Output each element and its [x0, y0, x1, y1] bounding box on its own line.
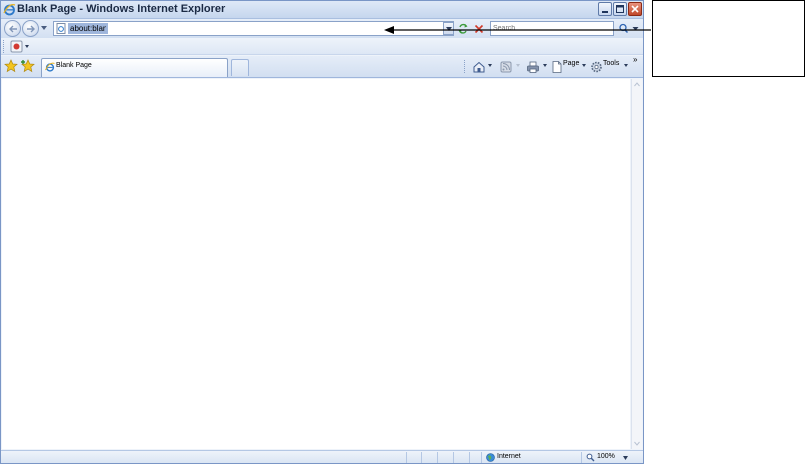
search-input[interactable]: [493, 23, 603, 34]
toolbar-grip[interactable]: [3, 40, 5, 53]
home-icon[interactable]: [472, 60, 486, 74]
status-divider: [437, 452, 438, 463]
status-divider: [469, 452, 470, 463]
status-divider: [406, 452, 407, 463]
window-title: Blank Page - Windows Internet Explorer: [17, 3, 226, 15]
command-bar: Page Tools »: [464, 55, 642, 76]
zoom-icon[interactable]: [586, 453, 595, 462]
page-menu-label[interactable]: Page: [563, 60, 579, 67]
feeds-icon[interactable]: [499, 60, 513, 74]
globe-icon: [486, 453, 495, 462]
annotation-callout-box: [652, 0, 805, 77]
feeds-dropdown-icon[interactable]: [516, 64, 520, 67]
scroll-up-icon[interactable]: [632, 79, 642, 90]
browser-window: Blank Page - Windows Internet Explorer a…: [0, 0, 644, 464]
maximize-icon: [616, 5, 624, 13]
new-tab-button[interactable]: [231, 59, 249, 76]
back-button[interactable]: [4, 20, 21, 37]
vertical-scrollbar[interactable]: [631, 79, 642, 449]
address-dropdown-button[interactable]: [443, 22, 454, 35]
printer-icon[interactable]: [526, 60, 540, 74]
address-toolbar: [1, 19, 643, 38]
links-toolbar: [1, 38, 643, 55]
stop-icon[interactable]: [473, 22, 485, 35]
search-box[interactable]: [490, 21, 614, 36]
search-options-chevron-icon[interactable]: [631, 21, 640, 36]
status-divider: [581, 452, 582, 463]
maximize-button[interactable]: [613, 2, 627, 16]
home-dropdown-icon[interactable]: [488, 64, 492, 67]
back-arrow-icon: [9, 25, 17, 33]
minimize-button[interactable]: [598, 2, 612, 16]
tab-blank-page[interactable]: Blank Page: [41, 58, 228, 77]
page-icon[interactable]: [551, 60, 563, 74]
zoom-dropdown-icon[interactable]: [623, 456, 628, 460]
star-plus-icon[interactable]: [21, 59, 36, 73]
tab-bar: Blank Page Page Tools »: [1, 55, 643, 78]
tools-dropdown-icon[interactable]: [624, 64, 628, 67]
close-button[interactable]: [628, 2, 642, 16]
minimize-icon: [602, 11, 608, 13]
print-dropdown-icon[interactable]: [543, 64, 547, 67]
status-bar: Internet 100%: [1, 450, 643, 463]
star-icon[interactable]: [4, 59, 18, 73]
command-bar-separator: [464, 60, 465, 73]
page-icon: [56, 23, 66, 34]
security-zone-label[interactable]: Internet: [497, 453, 521, 460]
toolbar-overflow-chevron[interactable]: »: [633, 55, 637, 64]
scroll-down-icon[interactable]: [632, 438, 642, 449]
magnifier-icon[interactable]: [618, 21, 629, 36]
gear-icon[interactable]: [590, 60, 603, 74]
refresh-icon[interactable]: [457, 22, 469, 35]
page-dropdown-icon[interactable]: [582, 64, 586, 67]
zoom-level-label[interactable]: 100%: [597, 453, 615, 460]
forward-arrow-icon: [27, 25, 35, 33]
forward-button[interactable]: [22, 20, 39, 37]
status-divider: [481, 452, 482, 463]
status-divider: [421, 452, 422, 463]
close-icon: [631, 5, 639, 13]
ie-logo-icon: [45, 62, 55, 72]
tools-menu-label[interactable]: Tools: [603, 60, 619, 67]
screenshot-stage: Blank Page - Windows Internet Explorer a…: [0, 0, 805, 464]
title-bar[interactable]: Blank Page - Windows Internet Explorer: [1, 1, 643, 19]
page-content-area[interactable]: [2, 79, 630, 449]
address-bar[interactable]: [53, 21, 454, 36]
chevron-down-icon: [446, 27, 452, 31]
feeds-icon[interactable]: [10, 40, 30, 53]
ie-logo-icon: [3, 4, 16, 16]
recent-pages-dropdown-icon[interactable]: [41, 25, 47, 31]
address-input[interactable]: [68, 23, 108, 34]
tab-label: Blank Page: [56, 62, 92, 69]
status-divider: [453, 452, 454, 463]
